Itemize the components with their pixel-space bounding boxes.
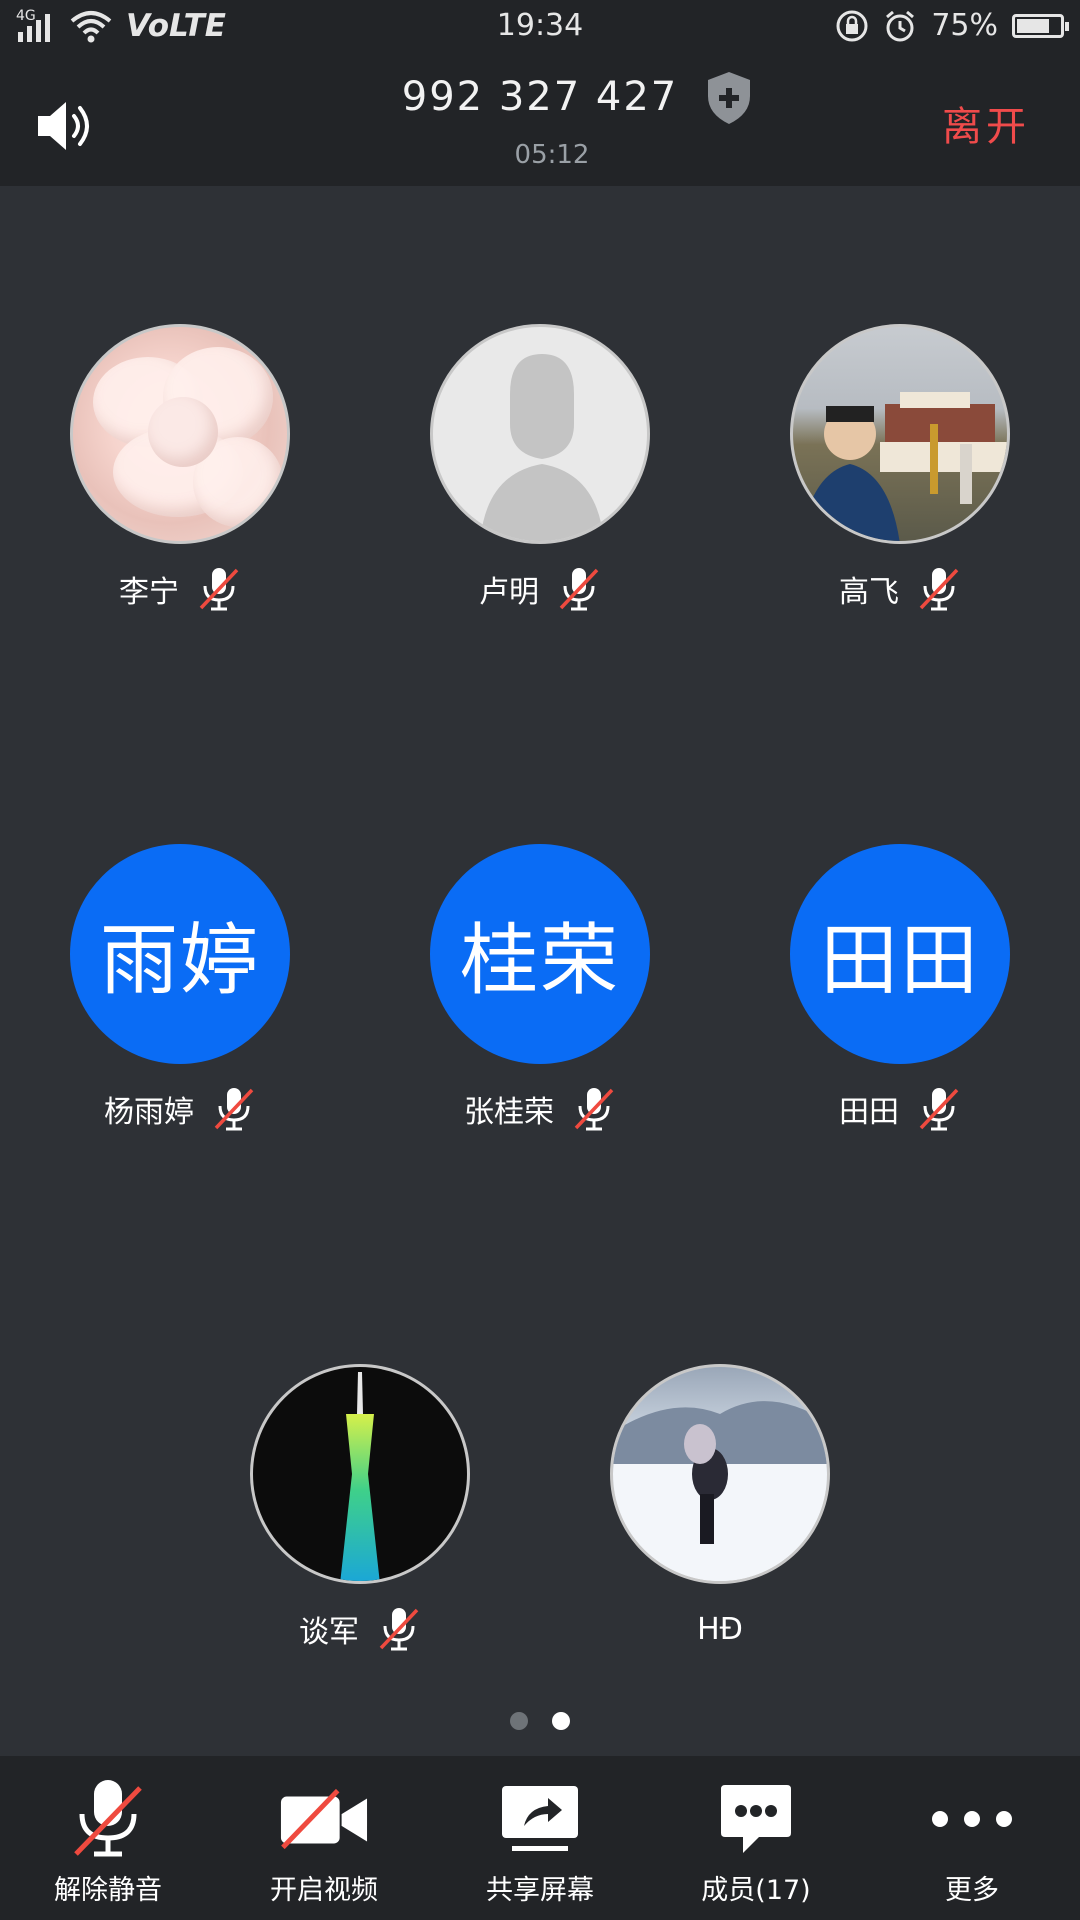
rotation-lock-icon	[836, 10, 868, 41]
mic-muted-icon	[199, 568, 239, 611]
avatar: 雨婷	[70, 844, 290, 1064]
meeting-id-row: 992 327 427	[0, 72, 1080, 124]
meeting-id[interactable]: 992 327 427	[402, 74, 678, 120]
page-dot-1[interactable]	[510, 1712, 528, 1730]
participant-tile[interactable]: 雨婷 杨雨婷	[60, 844, 300, 1132]
page-dot-2[interactable]	[552, 1712, 570, 1730]
user-silhouette-icon	[480, 354, 604, 541]
participant-tile[interactable]: 谈军	[240, 1364, 480, 1652]
name-row: 李宁	[60, 566, 300, 612]
members-label: 成员(17)	[701, 1875, 811, 1906]
photo-potala	[800, 392, 1007, 541]
status-bar: 4G VoLTE 19:34 75%	[0, 0, 1080, 56]
photo-snow	[613, 1401, 827, 1581]
start-video-button[interactable]: 开启视频	[216, 1756, 432, 1920]
avatar: 桂荣	[430, 844, 650, 1064]
page-indicator	[0, 1712, 1080, 1730]
name-row: 谈军	[240, 1606, 480, 1652]
mic-muted-icon	[559, 568, 599, 611]
start-video-label: 开启视频	[270, 1875, 378, 1906]
mic-muted-icon	[919, 1088, 959, 1131]
participant-name: 卢明	[479, 575, 539, 610]
participant-name: 杨雨婷	[104, 1095, 194, 1130]
name-row: 田田	[780, 1086, 1020, 1132]
more-button[interactable]: 更多	[864, 1756, 1080, 1920]
battery-icon	[1012, 13, 1069, 38]
shield-plus-icon[interactable]	[704, 70, 754, 126]
mic-muted-icon	[379, 1608, 419, 1651]
members-button[interactable]: 成员(17)	[648, 1756, 864, 1920]
mic-muted-icon	[574, 1088, 614, 1131]
alarm-icon	[886, 10, 915, 41]
more-dots-icon	[932, 1811, 1012, 1827]
video-off-icon	[280, 1788, 368, 1850]
photo-tower	[340, 1372, 380, 1581]
participant-name: 李宁	[119, 575, 179, 610]
participant-name: 田田	[839, 1095, 899, 1130]
participant-name: 谈军	[299, 1615, 359, 1650]
participant-tile[interactable]: HĐ	[600, 1364, 840, 1652]
leave-button[interactable]: 离开	[942, 94, 1030, 152]
avatar	[610, 1364, 830, 1584]
share-screen-label: 共享屏幕	[486, 1875, 594, 1906]
name-row: 张桂荣	[420, 1086, 660, 1132]
unmute-label: 解除静音	[54, 1875, 162, 1906]
battery-percent: 75%	[931, 8, 998, 43]
participant-name: 张桂荣	[464, 1095, 554, 1130]
meeting-header: 992 327 427 05:12 离开	[0, 56, 1080, 186]
name-row: 高飞	[780, 566, 1020, 612]
avatar	[70, 324, 290, 544]
share-screen-button[interactable]: 共享屏幕	[432, 1756, 648, 1920]
avatar	[250, 1364, 470, 1584]
mic-muted-icon	[214, 1088, 254, 1131]
avatar	[430, 324, 650, 544]
participant-tile[interactable]: 李宁	[60, 324, 300, 612]
name-row: 杨雨婷	[60, 1086, 300, 1132]
avatar	[790, 324, 1010, 544]
name-row: 卢明	[420, 566, 660, 612]
name-row: HĐ	[600, 1606, 840, 1652]
participant-tile[interactable]: 高飞	[780, 324, 1020, 612]
status-right: 75%	[835, 8, 1069, 43]
participant-tile[interactable]: 桂荣 张桂荣	[420, 844, 660, 1132]
chat-bubble-icon	[721, 1785, 791, 1853]
mic-muted-icon	[74, 1780, 142, 1857]
participant-grid: 李宁 卢明 高飞 雨婷 杨雨婷 桂荣 张桂荣 田田 田田 谈军 HĐ	[0, 186, 1080, 1756]
mic-muted-icon	[919, 568, 959, 611]
participant-name: HĐ	[697, 1611, 743, 1647]
unmute-button[interactable]: 解除静音	[0, 1756, 216, 1920]
participant-tile[interactable]: 田田 田田	[780, 844, 1020, 1132]
more-label: 更多	[945, 1875, 999, 1906]
participant-tile[interactable]: 卢明	[420, 324, 660, 612]
avatar: 田田	[790, 844, 1010, 1064]
participant-name: 高飞	[839, 575, 899, 610]
meeting-timer: 05:12	[514, 140, 590, 170]
share-screen-icon	[502, 1786, 578, 1851]
bottom-toolbar: 解除静音 开启视频 共享屏幕 成员(17) 更多	[0, 1756, 1080, 1920]
battery-fill	[1017, 18, 1049, 33]
